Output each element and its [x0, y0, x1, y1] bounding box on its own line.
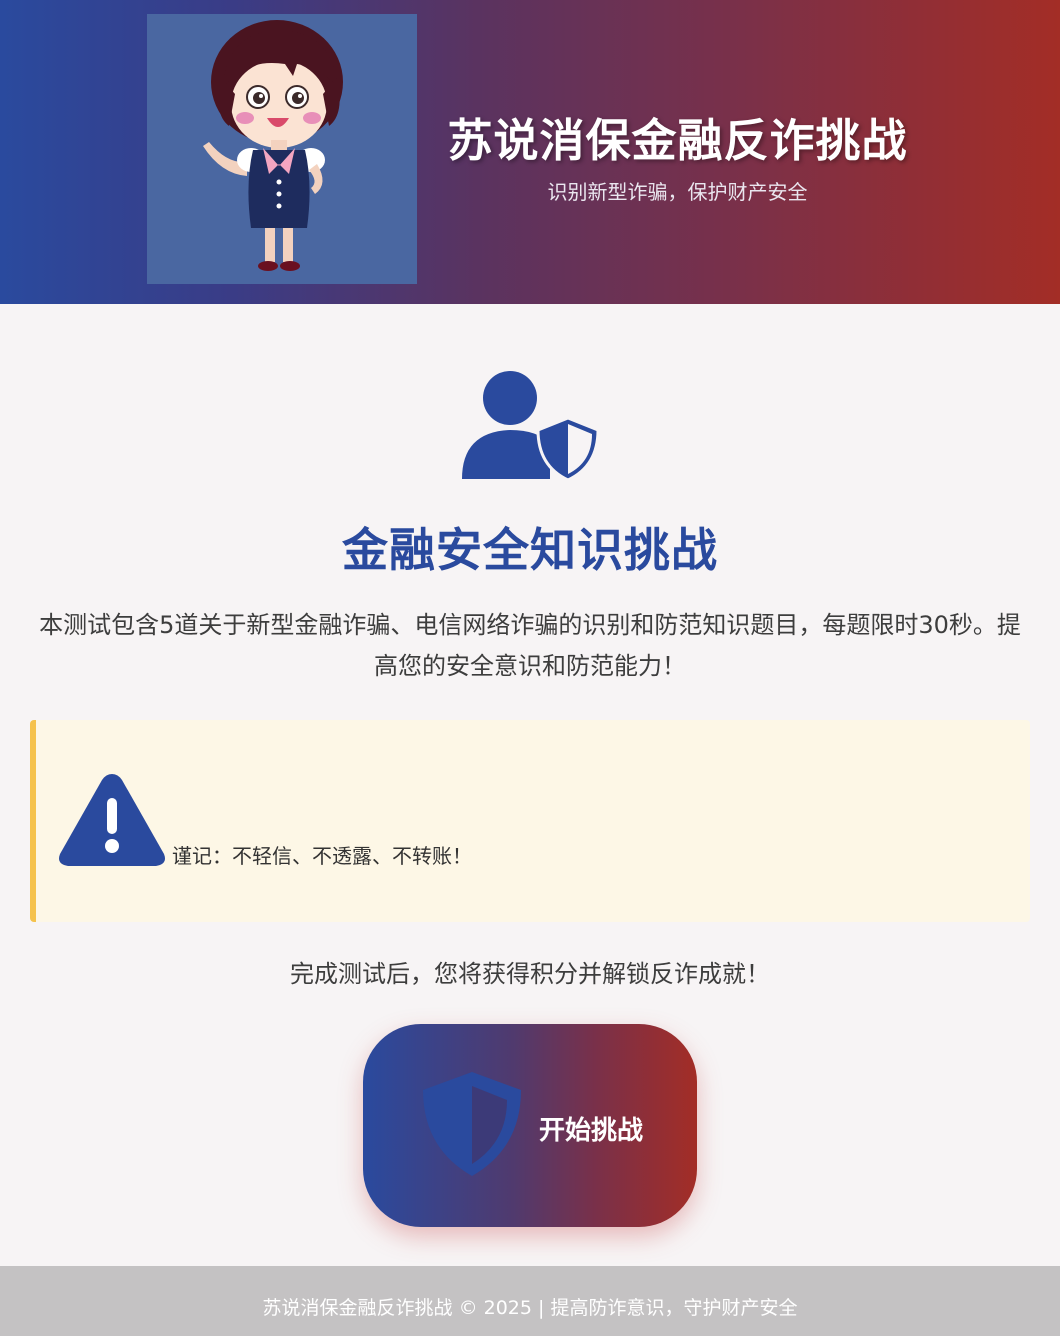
- warning-text: 谨记：不轻信、不透露、不转账！: [172, 844, 472, 868]
- completion-note: 完成测试后，您将获得积分并解锁反诈成就！: [290, 960, 770, 988]
- header-subtitle: 识别新型诈骗，保护财产安全: [547, 180, 808, 204]
- start-challenge-button[interactable]: 开始挑战: [363, 1024, 697, 1227]
- warning-triangle-icon: [59, 774, 165, 866]
- page-title: 金融安全知识挑战: [342, 523, 718, 577]
- footer-text: 苏说消保金融反诈挑战 © 2025 | 提高防诈意识，守护财产安全: [262, 1297, 798, 1319]
- shield-icon: [423, 1072, 521, 1176]
- user-shield-icon: [462, 371, 600, 482]
- header-title: 苏说消保金融反诈挑战: [447, 114, 908, 167]
- warning-box: 谨记：不轻信、不透露、不转账！: [30, 720, 1030, 922]
- mascot-illustration: [203, 20, 343, 271]
- start-button-label: 开始挑战: [539, 1115, 644, 1145]
- mascot-image: [147, 14, 417, 284]
- footer: 苏说消保金融反诈挑战 © 2025 | 提高防诈意识，守护财产安全: [0, 1266, 1060, 1336]
- intro-text: 本测试包含5道关于新型金融诈骗、电信网络诈骗的识别和防范知识题目，每题限时30秒…: [39, 611, 1021, 680]
- header-banner: 苏说消保金融反诈挑战 识别新型诈骗，保护财产安全: [0, 0, 1060, 304]
